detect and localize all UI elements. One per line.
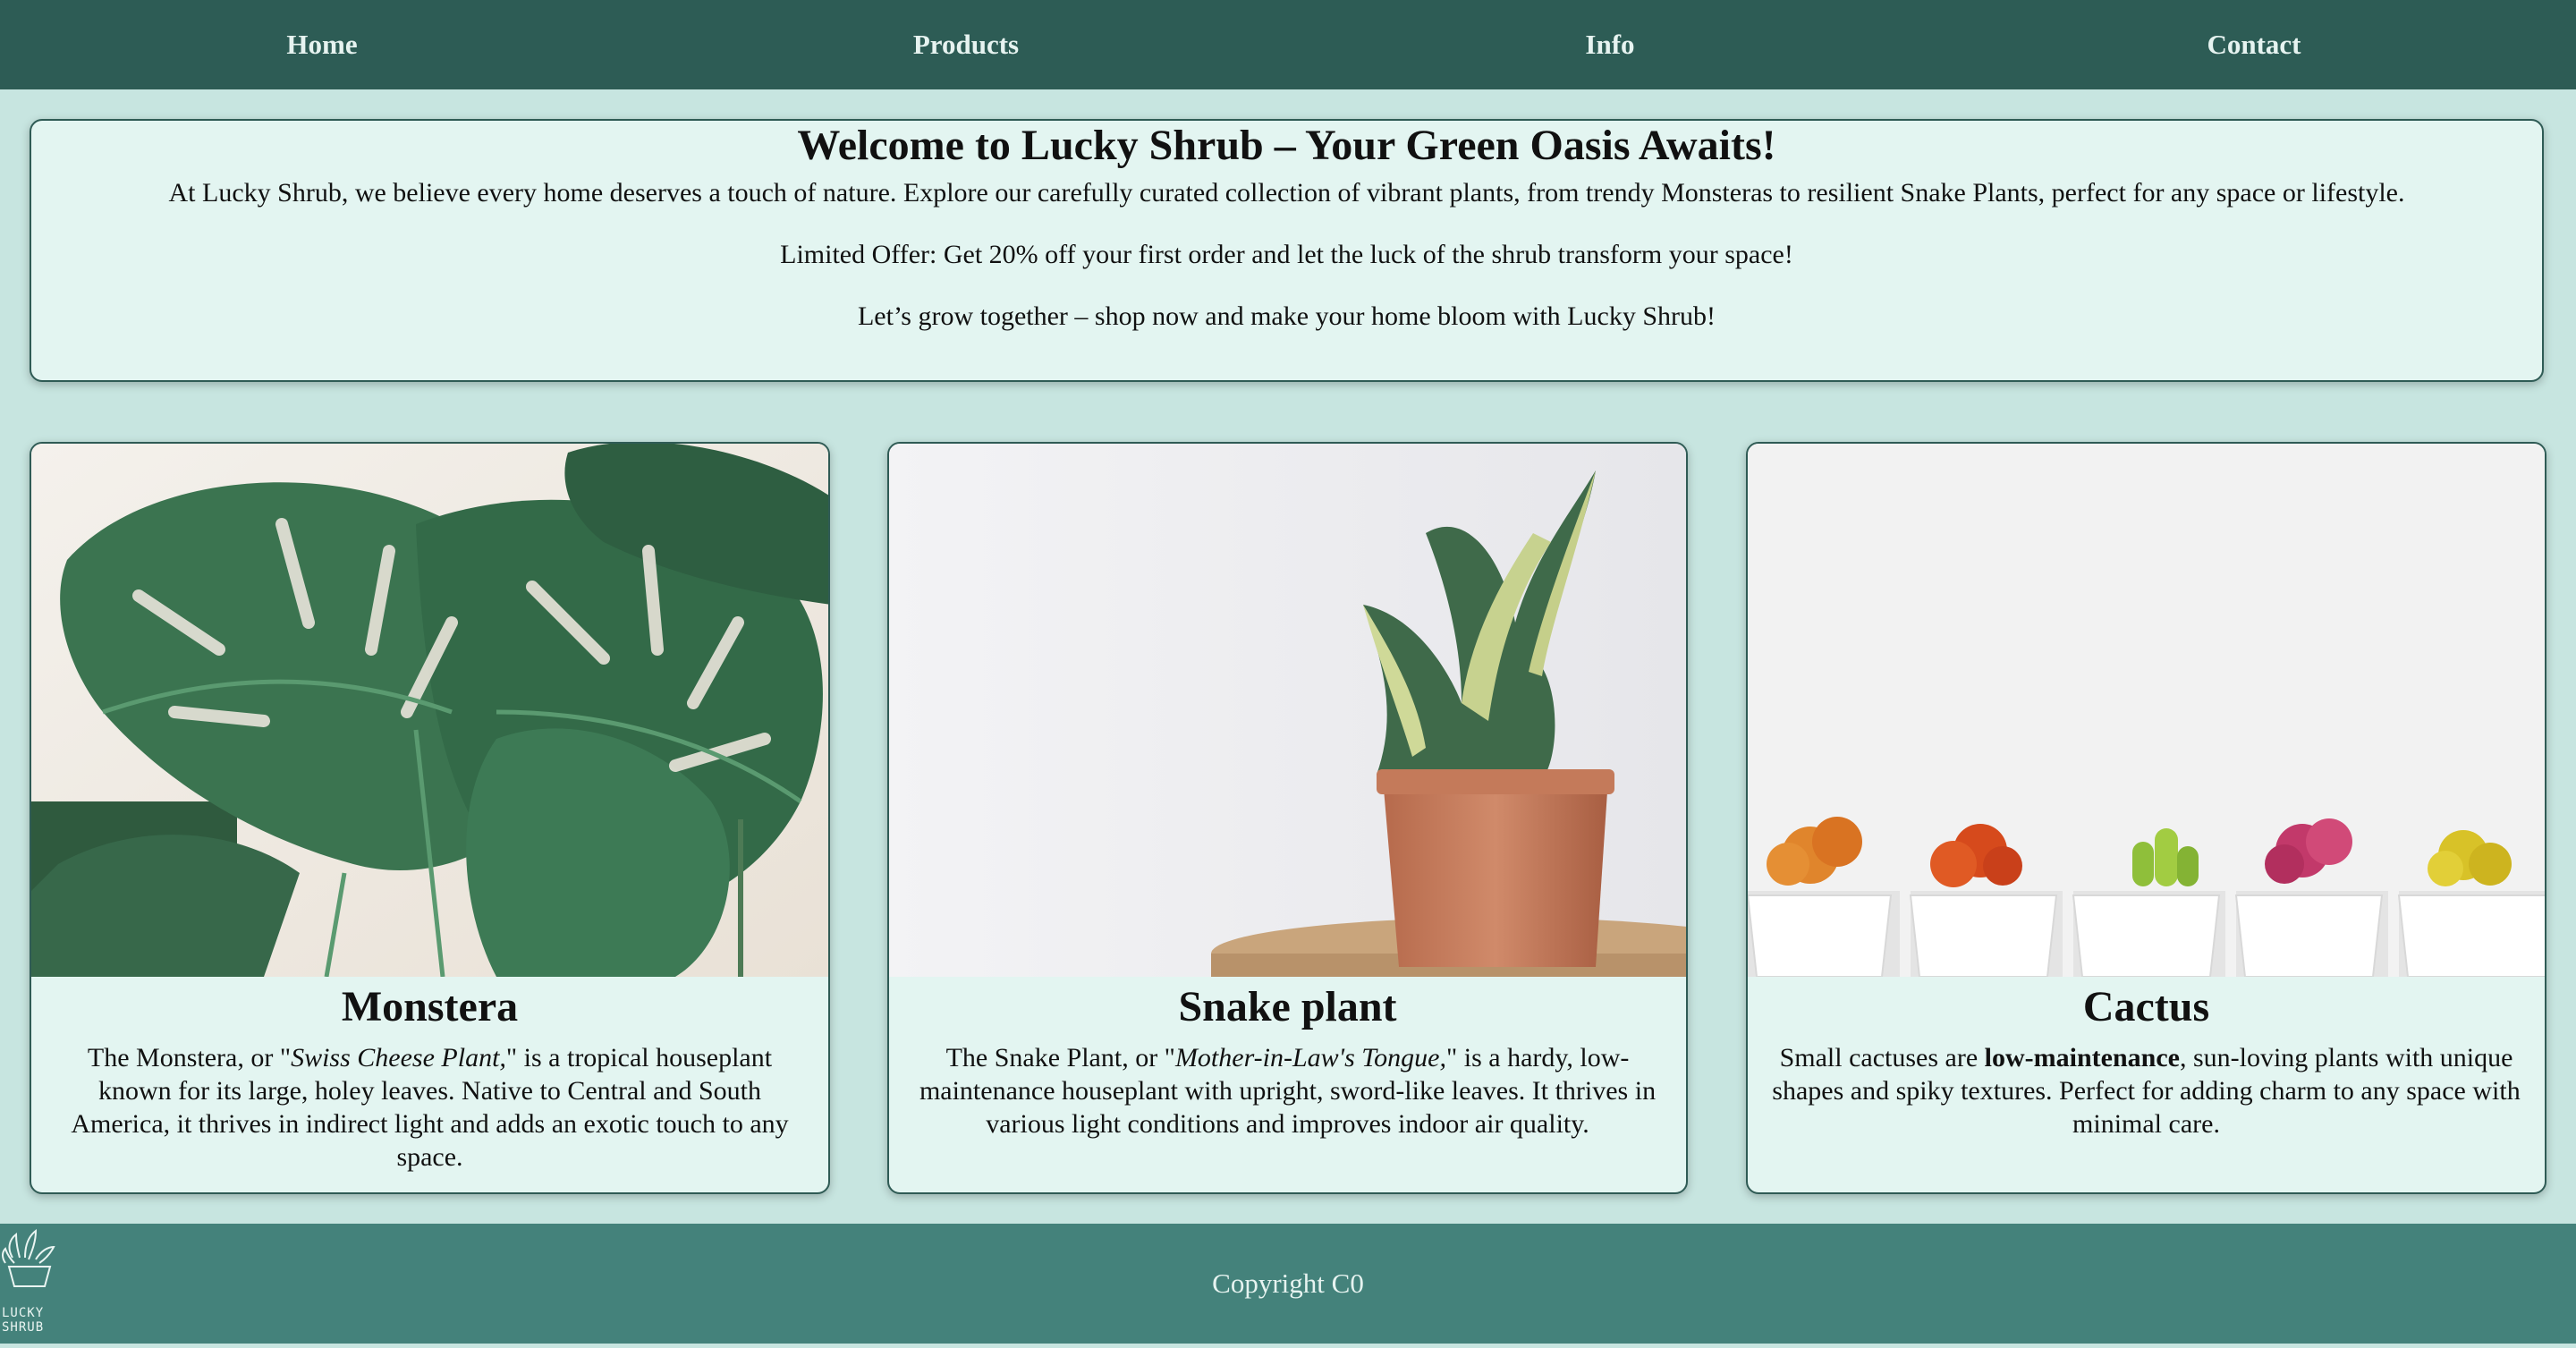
card-title: Cactus xyxy=(2082,983,2210,1030)
card-title: Monstera xyxy=(341,983,519,1030)
cactus-image xyxy=(1748,444,2545,977)
copyright-text: Copyright C0 xyxy=(1212,1267,1364,1299)
product-card-snake-plant: Snake plant The Snake Plant, or "Mother-… xyxy=(887,442,1688,1194)
card-description: The Monstera, or "Swiss Cheese Plant," i… xyxy=(71,1043,789,1172)
site-footer: Copyright C0 xyxy=(0,1224,2576,1344)
snake-plant-image xyxy=(889,444,1686,977)
svg-text:LUCKY: LUCKY xyxy=(2,1306,44,1320)
monstera-image xyxy=(31,444,828,977)
card-title: Snake plant xyxy=(1178,983,1397,1030)
card-description: The Snake Plant, or "Mother-in-Law's Ton… xyxy=(919,1043,1657,1139)
card-description: Small cactuses are low-maintenance, sun-… xyxy=(1772,1043,2521,1139)
product-card-cactus: Cactus Small cactuses are low-maintenanc… xyxy=(1746,442,2546,1194)
welcome-panel: Welcome to Lucky Shrub – Your Green Oasi… xyxy=(30,119,2544,382)
nav-info[interactable]: Info xyxy=(1288,29,1932,61)
welcome-intro: At Lucky Shrub, we believe every home de… xyxy=(168,178,2405,208)
welcome-title: Welcome to Lucky Shrub – Your Green Oasi… xyxy=(797,122,1776,169)
nav-home[interactable]: Home xyxy=(0,29,644,61)
product-card-monstera: Monstera The Monstera, or "Swiss Cheese … xyxy=(30,442,830,1194)
nav-products[interactable]: Products xyxy=(644,29,1288,61)
welcome-cta: Let’s grow together – shop now and make … xyxy=(857,301,1716,331)
limited-offer: Limited Offer: Get 20% off your first or… xyxy=(780,240,1793,269)
main-nav: Home Products Info Contact xyxy=(0,0,2576,89)
svg-text:SHRUB: SHRUB xyxy=(2,1320,44,1335)
nav-contact[interactable]: Contact xyxy=(1932,29,2576,61)
lucky-shrub-logo[interactable]: LUCKY SHRUB xyxy=(0,1224,64,1344)
